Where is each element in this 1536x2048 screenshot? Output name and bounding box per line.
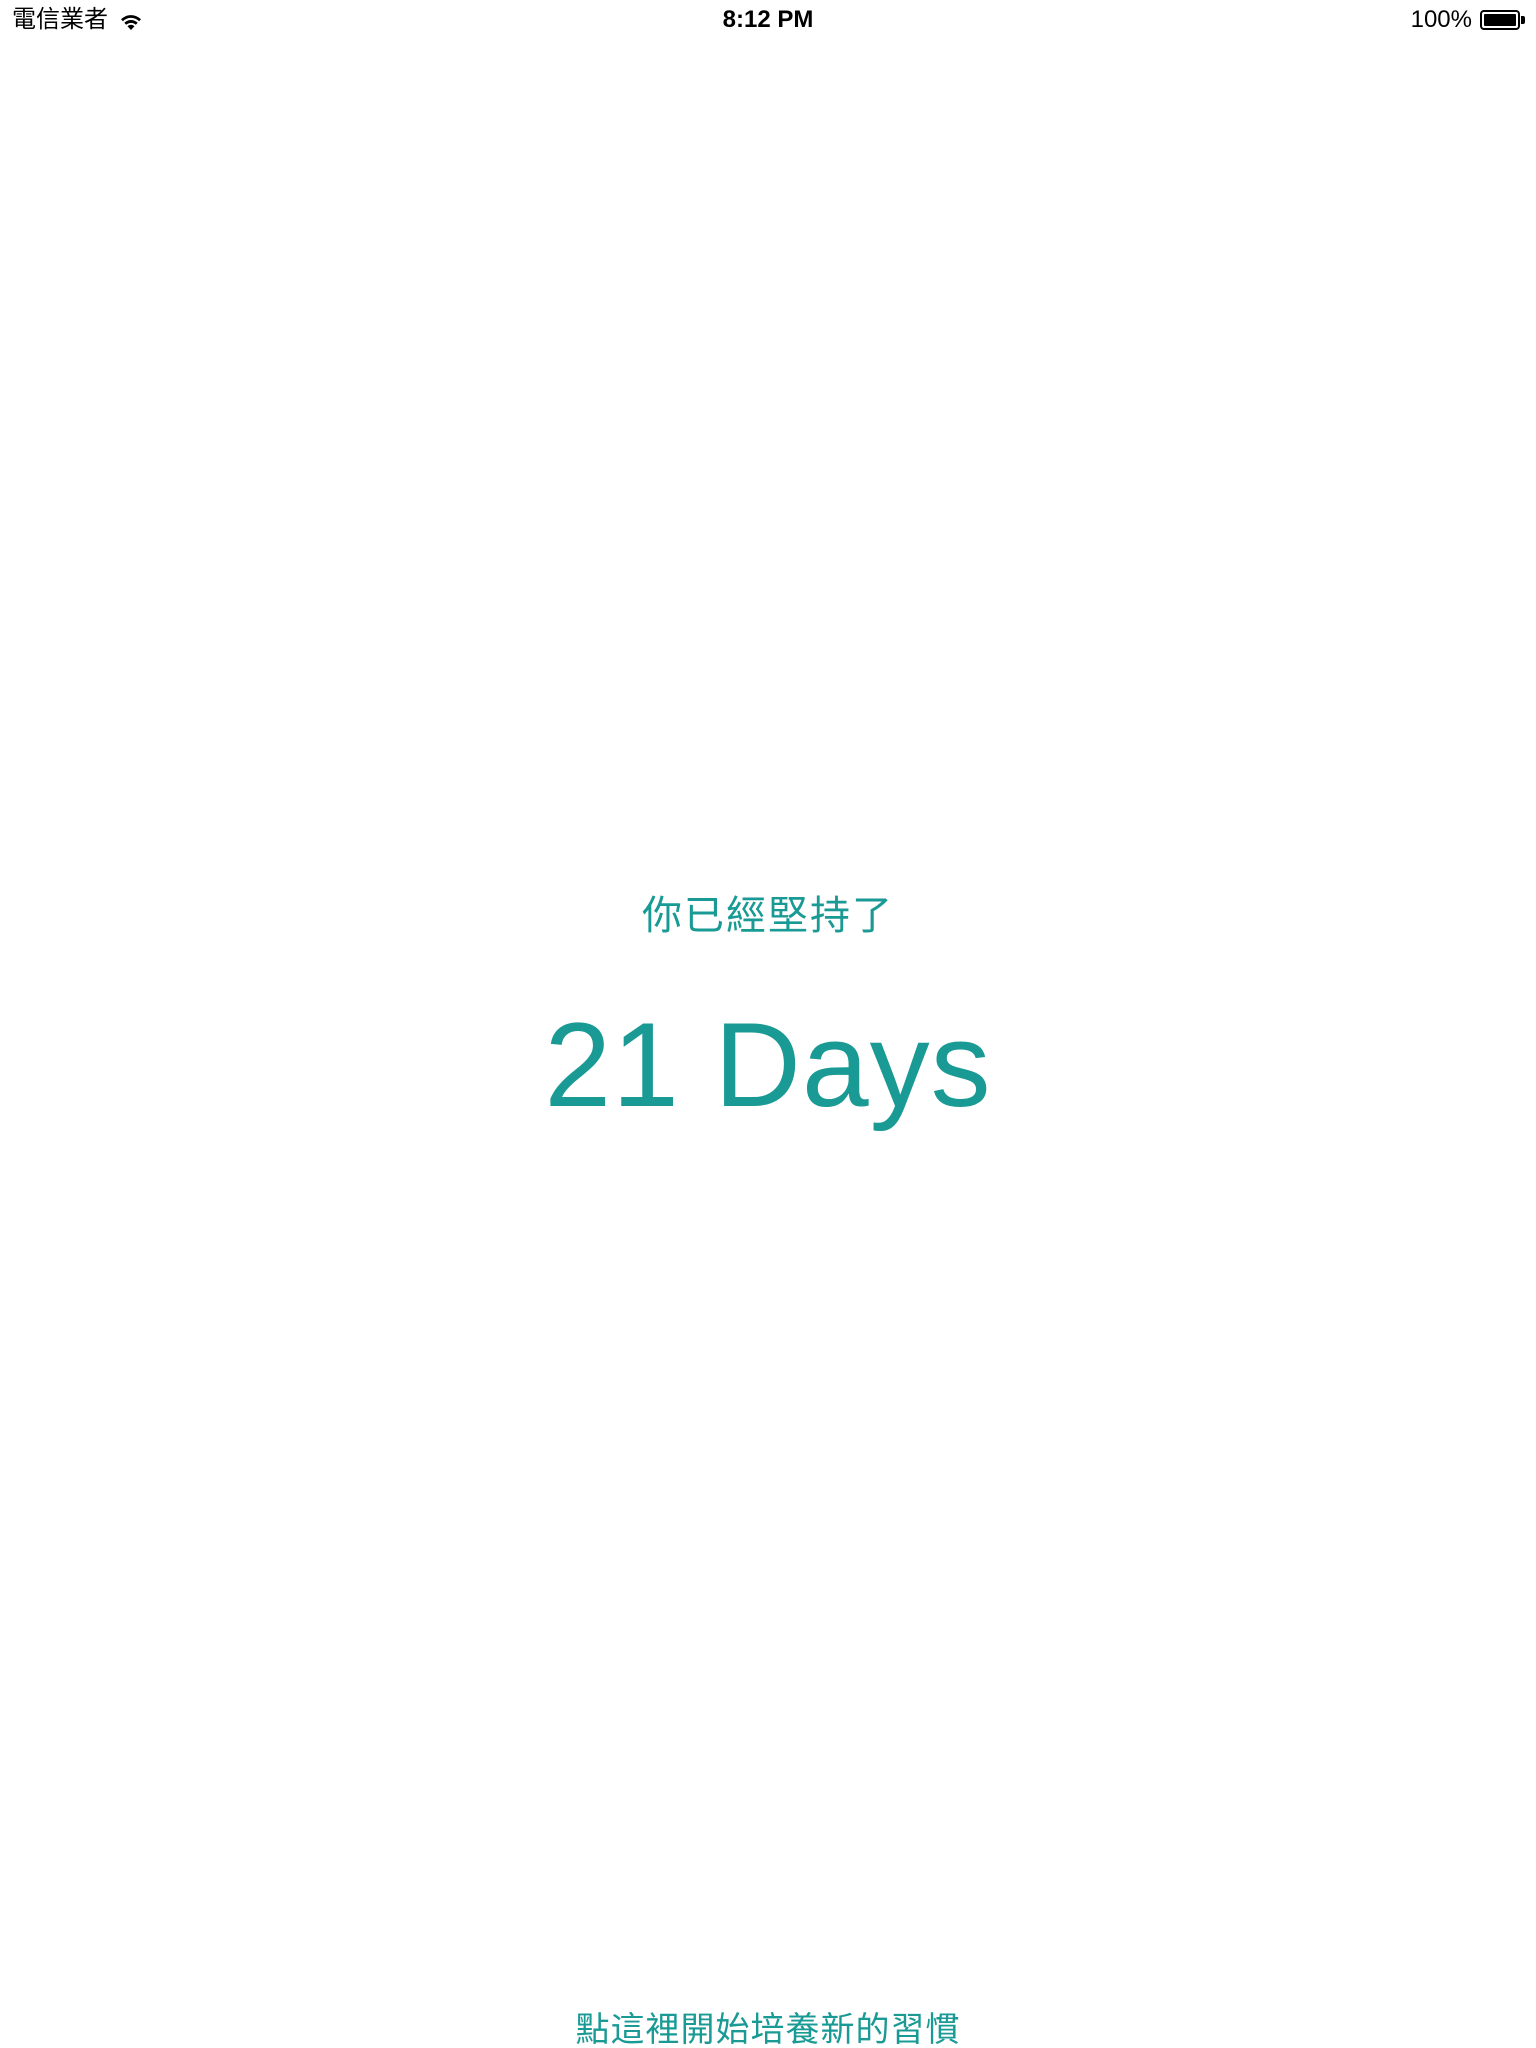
battery-icon <box>1480 10 1526 30</box>
start-new-habit-link[interactable]: 點這裡開始培養新的習慣 <box>0 2012 1536 2048</box>
battery-body <box>1480 10 1520 30</box>
battery-tip <box>1521 16 1525 24</box>
battery-fill <box>1484 14 1516 26</box>
status-bar: 電信業者 8:12 PM 100% <box>0 0 1536 40</box>
streak-subtitle: 你已經堅持了 <box>642 894 894 938</box>
battery-group: 100% <box>1411 4 1526 36</box>
battery-percent: 100% <box>1410 6 1472 33</box>
status-time: 8:12 PM <box>722 6 814 33</box>
streak-days-count: 21 Days <box>544 998 992 1132</box>
